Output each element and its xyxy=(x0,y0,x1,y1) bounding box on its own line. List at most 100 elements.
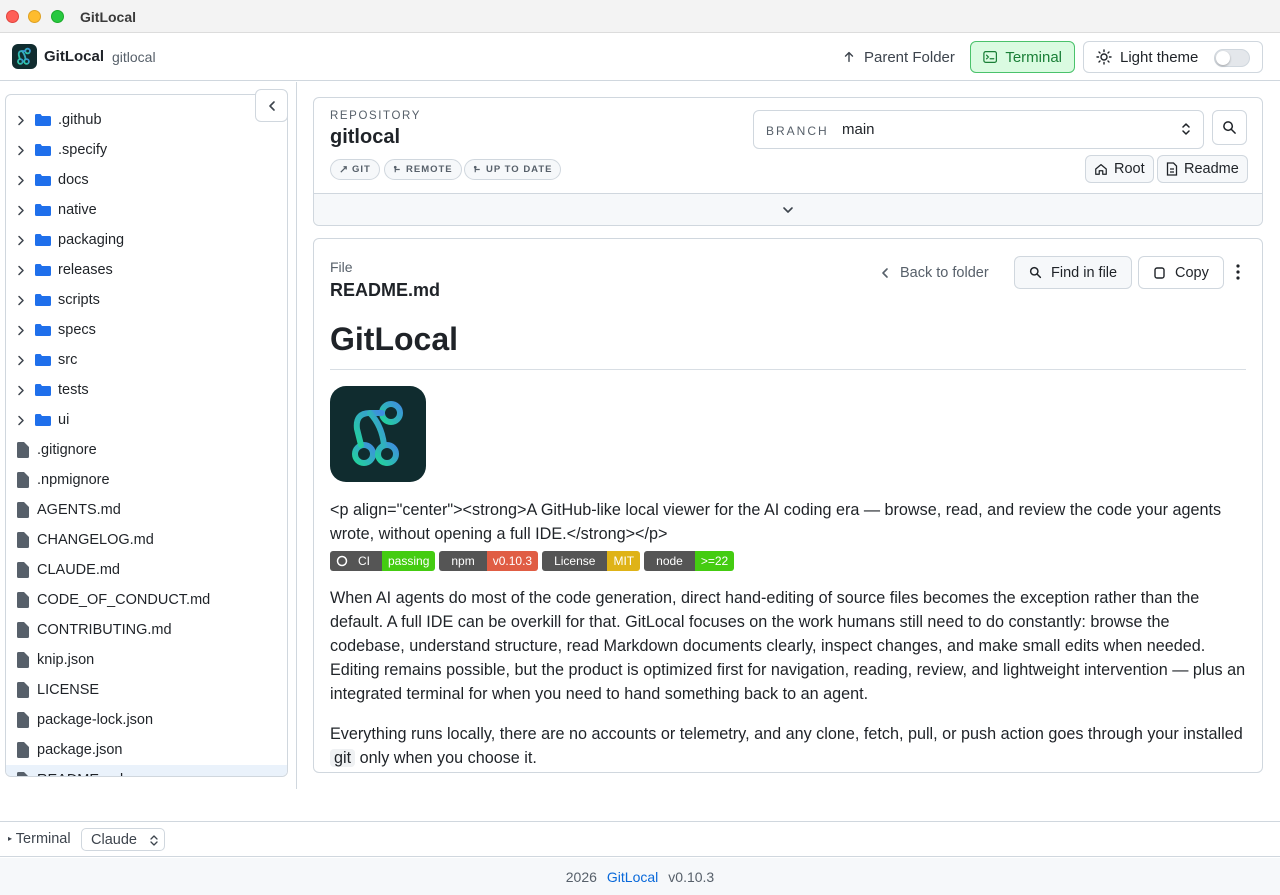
theme-toggle-button[interactable]: Light theme xyxy=(1083,41,1263,73)
footer-brand-link[interactable]: GitLocal xyxy=(607,869,658,885)
file-icon xyxy=(17,772,28,776)
folder-icon xyxy=(35,234,51,246)
tree-file[interactable]: CODE_OF_CONDUCT.md xyxy=(6,585,287,615)
folder-icon xyxy=(35,144,51,156)
tree-file[interactable]: README.md xyxy=(6,765,287,776)
tree-folder[interactable]: ui xyxy=(6,405,287,435)
collapse-sidebar-button[interactable] xyxy=(255,89,288,122)
tree-file[interactable]: LICENSE xyxy=(6,675,287,705)
folder-icon xyxy=(35,114,51,126)
app-brand: GitLocal xyxy=(44,48,105,65)
chevron-right-icon xyxy=(6,355,34,366)
sun-icon xyxy=(1096,49,1112,65)
chevron-right-icon xyxy=(6,415,34,426)
theme-label: Light theme xyxy=(1120,48,1199,66)
tree-item-label: CHANGELOG.md xyxy=(37,532,154,548)
tree-folder[interactable]: native xyxy=(6,195,287,225)
terminal-agent-select[interactable]: Claude xyxy=(81,828,165,851)
file-icon xyxy=(17,622,29,638)
badge-row: CI passing npm v0.10.3 License MIT node >=22 xyxy=(330,551,735,571)
tree-item-label: package-lock.json xyxy=(37,712,154,728)
footer: 2026 GitLocal v0.10.3 xyxy=(0,858,1280,895)
up-to-date-chip: UP TO DATE xyxy=(464,159,562,180)
folder-icon xyxy=(35,294,51,306)
chevron-left-icon xyxy=(268,100,275,111)
tree-item-label: tests xyxy=(58,382,89,398)
chevron-down-icon xyxy=(783,206,793,213)
status-badge[interactable]: License MIT xyxy=(542,551,641,571)
expand-repository-button[interactable] xyxy=(314,193,1262,225)
folder-icon xyxy=(35,414,51,426)
tree-file[interactable]: .gitignore xyxy=(6,435,287,465)
minimize-window-button[interactable] xyxy=(28,10,41,23)
copy-button[interactable]: Copy xyxy=(1138,256,1224,289)
repository-label: REPOSITORY xyxy=(330,110,421,122)
tree-folder[interactable]: scripts xyxy=(6,285,287,315)
tree-folder[interactable]: .specify xyxy=(6,135,287,165)
tree-file[interactable]: CONTRIBUTING.md xyxy=(6,615,287,645)
file-icon xyxy=(17,712,29,728)
footer-year: 2026 xyxy=(565,868,597,885)
zoom-window-button[interactable] xyxy=(51,10,64,23)
terminal-toggle[interactable]: ▸ Terminal xyxy=(8,831,71,847)
tree-folder[interactable]: .github xyxy=(6,105,287,135)
chevron-right-icon xyxy=(6,265,34,276)
chevron-updown-icon xyxy=(1182,123,1190,135)
document-icon xyxy=(1166,162,1178,176)
github-icon xyxy=(336,555,348,567)
tree-item-label: .npmignore xyxy=(37,472,110,488)
tree-folder[interactable]: src xyxy=(6,345,287,375)
app-header: GitLocal gitlocal Parent Folder Terminal… xyxy=(0,33,1280,81)
tree-file[interactable]: CHANGELOG.md xyxy=(6,525,287,555)
back-to-folder-link[interactable]: Back to folder xyxy=(880,265,989,281)
search-button[interactable] xyxy=(1212,110,1247,145)
home-icon xyxy=(1095,164,1107,175)
theme-toggle-switch[interactable] xyxy=(1214,49,1250,67)
root-button[interactable]: Root xyxy=(1085,155,1154,183)
heading-rule xyxy=(330,369,1246,370)
tree-item-label: .github xyxy=(58,112,102,128)
close-window-button[interactable] xyxy=(6,10,19,23)
terminal-icon xyxy=(983,51,998,63)
tree-folder[interactable]: packaging xyxy=(6,225,287,255)
parent-folder-button[interactable]: Parent Folder xyxy=(830,41,967,73)
tree-file[interactable]: CLAUDE.md xyxy=(6,555,287,585)
app-logo xyxy=(12,44,37,69)
tree-file[interactable]: .npmignore xyxy=(6,465,287,495)
repo-subtitle: gitlocal xyxy=(112,49,156,65)
tree-item-label: LICENSE xyxy=(37,682,100,698)
kebab-icon xyxy=(1236,264,1240,280)
status-badge[interactable]: CI passing xyxy=(330,551,436,571)
chevron-right-icon xyxy=(6,145,34,156)
tree-folder[interactable]: tests xyxy=(6,375,287,405)
branch-select[interactable]: BRANCH main xyxy=(753,110,1204,149)
tree-item-label: README.md xyxy=(37,772,123,776)
tree-file[interactable]: knip.json xyxy=(6,645,287,675)
git-icon xyxy=(340,166,347,173)
readme-button[interactable]: Readme xyxy=(1157,155,1248,183)
tree-folder[interactable]: docs xyxy=(6,165,287,195)
tree-item-label: CLAUDE.md xyxy=(37,562,120,578)
caret-right-icon: ▸ xyxy=(8,834,13,843)
tree-file[interactable]: package-lock.json xyxy=(6,705,287,735)
chevron-right-icon xyxy=(6,235,34,246)
tree-folder[interactable]: specs xyxy=(6,315,287,345)
branch-value: main xyxy=(842,121,875,138)
repository-name: gitlocal xyxy=(330,126,401,148)
find-in-file-button[interactable]: Find in file xyxy=(1014,256,1133,289)
readme-logo-image xyxy=(330,386,426,482)
tree-item-label: CODE_OF_CONDUCT.md xyxy=(37,592,211,608)
terminal-button[interactable]: Terminal xyxy=(970,41,1075,73)
tree-file[interactable]: AGENTS.md xyxy=(6,495,287,525)
git-chip: GIT xyxy=(330,159,380,180)
footer-version: v0.10.3 xyxy=(668,868,715,885)
status-badge[interactable]: node >=22 xyxy=(644,551,735,571)
tree-folder[interactable]: releases xyxy=(6,255,287,285)
status-badge[interactable]: npm v0.10.3 xyxy=(439,551,539,571)
tree-item-label: specs xyxy=(58,322,96,338)
file-icon xyxy=(17,532,29,548)
tree-item-label: AGENTS.md xyxy=(37,502,121,518)
sidebar: .github .specify docs native packaging releas… xyxy=(0,82,297,789)
more-options-button[interactable] xyxy=(1235,263,1241,286)
tree-file[interactable]: package.json xyxy=(6,735,287,765)
